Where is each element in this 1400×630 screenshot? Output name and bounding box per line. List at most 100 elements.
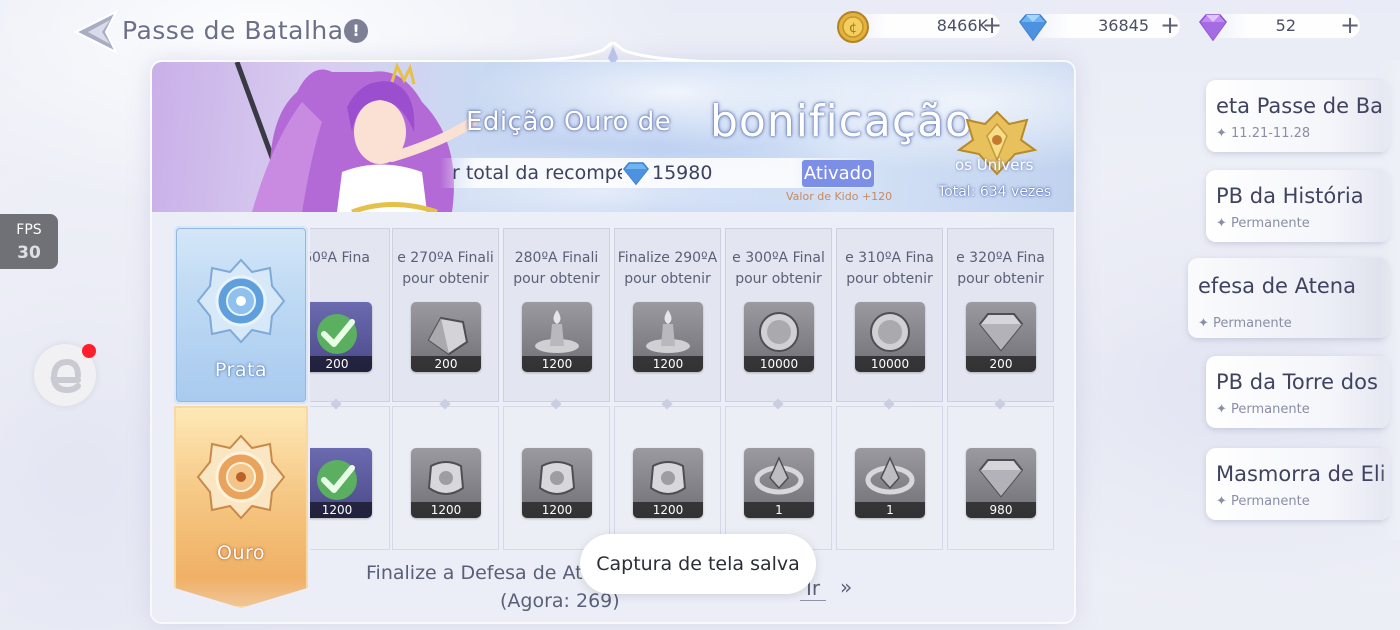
column-title-line-2: pour obtenir xyxy=(735,271,822,287)
reward-item-gold[interactable]: 1 xyxy=(744,448,814,518)
banner-bonus-text: bonificação xyxy=(710,96,973,147)
column-title-line-2: pour obtenir xyxy=(513,271,600,287)
column-title: Finalize 290ºA pour obtenir xyxy=(614,248,721,288)
task-progress: (Agora: 269) xyxy=(500,590,620,612)
column-title-line-1: Finalize 290ºA xyxy=(617,250,718,266)
side-list-fade xyxy=(1380,60,1400,540)
reward-item-silver[interactable]: 10000 xyxy=(744,302,814,372)
side-item-name: Masmorra de Eli xyxy=(1216,462,1386,486)
reward-quantity: 1200 xyxy=(522,356,592,372)
reward-column: e 300ºA Final pour obtenir 10000 1 xyxy=(725,228,832,550)
column-title-line-1: e 270ºA Finali xyxy=(397,250,494,266)
column-title-line-2: pour obtenir xyxy=(402,271,489,287)
column-title: 280ºA Finali pour obtenir xyxy=(503,248,610,288)
banner-reward-text: r total da recompe xyxy=(452,162,622,184)
reward-quantity: 1 xyxy=(855,502,925,518)
rewards-track[interactable]: 60ºA Fina 200 1200 e 270ºA Finali pour o… xyxy=(310,228,1055,550)
reward-quantity: 980 xyxy=(966,502,1036,518)
reward-item-gold[interactable]: 1200 xyxy=(522,448,592,518)
column-title-line-1: e 300ºA Final xyxy=(732,250,825,266)
side-item-name: PB da História xyxy=(1216,184,1364,208)
side-item-tower-pass[interactable]: PB da Torre dos ✦ Permanente xyxy=(1206,356,1390,428)
side-item-name: eta Passe de Ba xyxy=(1216,94,1383,118)
reward-item-silver[interactable]: 200 xyxy=(310,302,372,372)
info-icon[interactable]: ! xyxy=(344,19,368,43)
currency-blue-diamond: 36845 + xyxy=(1016,12,1186,42)
back-arrow-icon xyxy=(73,9,119,55)
blue-diamond-icon xyxy=(623,162,649,186)
reward-quantity: 1200 xyxy=(310,502,372,518)
reward-column: e 320ºA Fina pour obtenir 200 980 xyxy=(947,228,1054,550)
reward-quantity: 200 xyxy=(411,356,481,372)
notification-dot xyxy=(82,344,96,358)
gold-emblem-icon xyxy=(196,434,286,520)
reward-item-silver[interactable]: 200 xyxy=(411,302,481,372)
banner-reward-value: 15980 xyxy=(652,162,713,184)
banner-edition-text: Edição Ouro de xyxy=(466,107,672,137)
fps-label: FPS xyxy=(16,222,42,238)
add-blue-diamond-button[interactable]: + xyxy=(1158,12,1182,38)
side-item-athena-defense[interactable]: efesa de Atena ✦ Permanente xyxy=(1188,258,1390,338)
column-title: 60ºA Fina xyxy=(310,248,390,288)
currency-purple-diamond: 52 + xyxy=(1196,12,1366,42)
reward-item-silver[interactable]: 1200 xyxy=(522,302,592,372)
reward-quantity: 10000 xyxy=(744,356,814,372)
column-title-line-1: 60ºA Fina xyxy=(310,250,370,266)
side-item-event-pass[interactable]: eta Passe de Ba ✦ 11.21-11.28 xyxy=(1206,80,1390,152)
activated-button[interactable]: Ativado xyxy=(802,160,874,187)
reward-item-gold[interactable]: 1 xyxy=(855,448,925,518)
currency-gold-value: 8466K xyxy=(936,16,988,35)
fps-counter: FPS 30 xyxy=(0,214,58,269)
side-item-history-pass[interactable]: PB da História ✦ Permanente xyxy=(1206,170,1390,242)
back-button[interactable] xyxy=(70,8,120,56)
reward-quantity: 200 xyxy=(966,356,1036,372)
side-item-dungeon-pass[interactable]: Masmorra de Eli ✦ Permanente xyxy=(1206,448,1390,520)
kido-value-text: Valor de Kido +120 xyxy=(786,190,893,203)
column-title: e 270ºA Finali pour obtenir xyxy=(392,248,499,288)
fps-value: 30 xyxy=(17,243,41,263)
athena-character-art xyxy=(234,62,477,212)
tier-gold-label: Ouro xyxy=(216,542,265,564)
column-title: e 310ºA Fina pour obtenir xyxy=(836,248,943,288)
reward-quantity: 10000 xyxy=(855,356,925,372)
tier-silver-card[interactable]: Prata xyxy=(174,226,308,404)
blue-diamond-icon xyxy=(1019,14,1047,42)
reward-item-gold[interactable]: 980 xyxy=(966,448,1036,518)
add-purple-diamond-button[interactable]: + xyxy=(1338,12,1362,38)
reward-column: 280ºA Finali pour obtenir 1200 1200 xyxy=(503,228,610,550)
reward-item-gold[interactable]: 1200 xyxy=(310,448,372,518)
reward-item-silver[interactable]: 200 xyxy=(966,302,1036,372)
currency-purple-value: 52 xyxy=(1275,16,1296,35)
screenshot-toast: Captura de tela salva xyxy=(580,534,816,594)
column-title: e 300ºA Final pour obtenir xyxy=(725,248,832,288)
reward-column: e 310ºA Fina pour obtenir 10000 1 xyxy=(836,228,943,550)
reward-quantity: 1200 xyxy=(633,502,703,518)
svg-text:¢: ¢ xyxy=(849,21,857,36)
tier-gold-card[interactable]: Ouro xyxy=(174,406,308,608)
currency-blue-value: 36845 xyxy=(1098,16,1149,35)
column-title: e 320ºA Fina pour obtenir xyxy=(947,248,1054,288)
reward-item-silver[interactable]: 1200 xyxy=(633,302,703,372)
column-title-line-2: pour obtenir xyxy=(846,271,933,287)
column-title-line-2: pour obtenir xyxy=(957,271,1044,287)
side-item-duration: ✦ Permanente xyxy=(1198,316,1292,331)
double-chevron-right-icon: » xyxy=(840,575,853,599)
add-gold-button[interactable]: + xyxy=(980,12,1004,38)
reward-quantity: 1200 xyxy=(522,502,592,518)
reward-item-gold[interactable]: 1200 xyxy=(411,448,481,518)
reward-quantity: 1200 xyxy=(411,502,481,518)
reward-quantity: 1200 xyxy=(633,356,703,372)
reward-column: 60ºA Fina 200 1200 xyxy=(310,228,390,550)
task-description: Finalize a Defesa de At xyxy=(366,562,583,584)
side-item-duration: ✦ Permanente xyxy=(1216,402,1310,417)
column-title-line-1: e 310ºA Fina xyxy=(845,250,934,266)
purple-diamond-icon xyxy=(1199,14,1227,42)
gold-coin-icon: ¢ xyxy=(837,11,869,43)
side-item-duration: ✦ Permanente xyxy=(1216,216,1310,231)
silver-emblem-icon xyxy=(196,258,286,344)
side-item-duration: ✦ Permanente xyxy=(1216,494,1310,509)
reward-item-gold[interactable]: 1200 xyxy=(633,448,703,518)
reward-item-silver[interactable]: 10000 xyxy=(855,302,925,372)
column-title-line-1: e 320ºA Fina xyxy=(956,250,1045,266)
emblem-text: os Univers xyxy=(955,156,1034,174)
